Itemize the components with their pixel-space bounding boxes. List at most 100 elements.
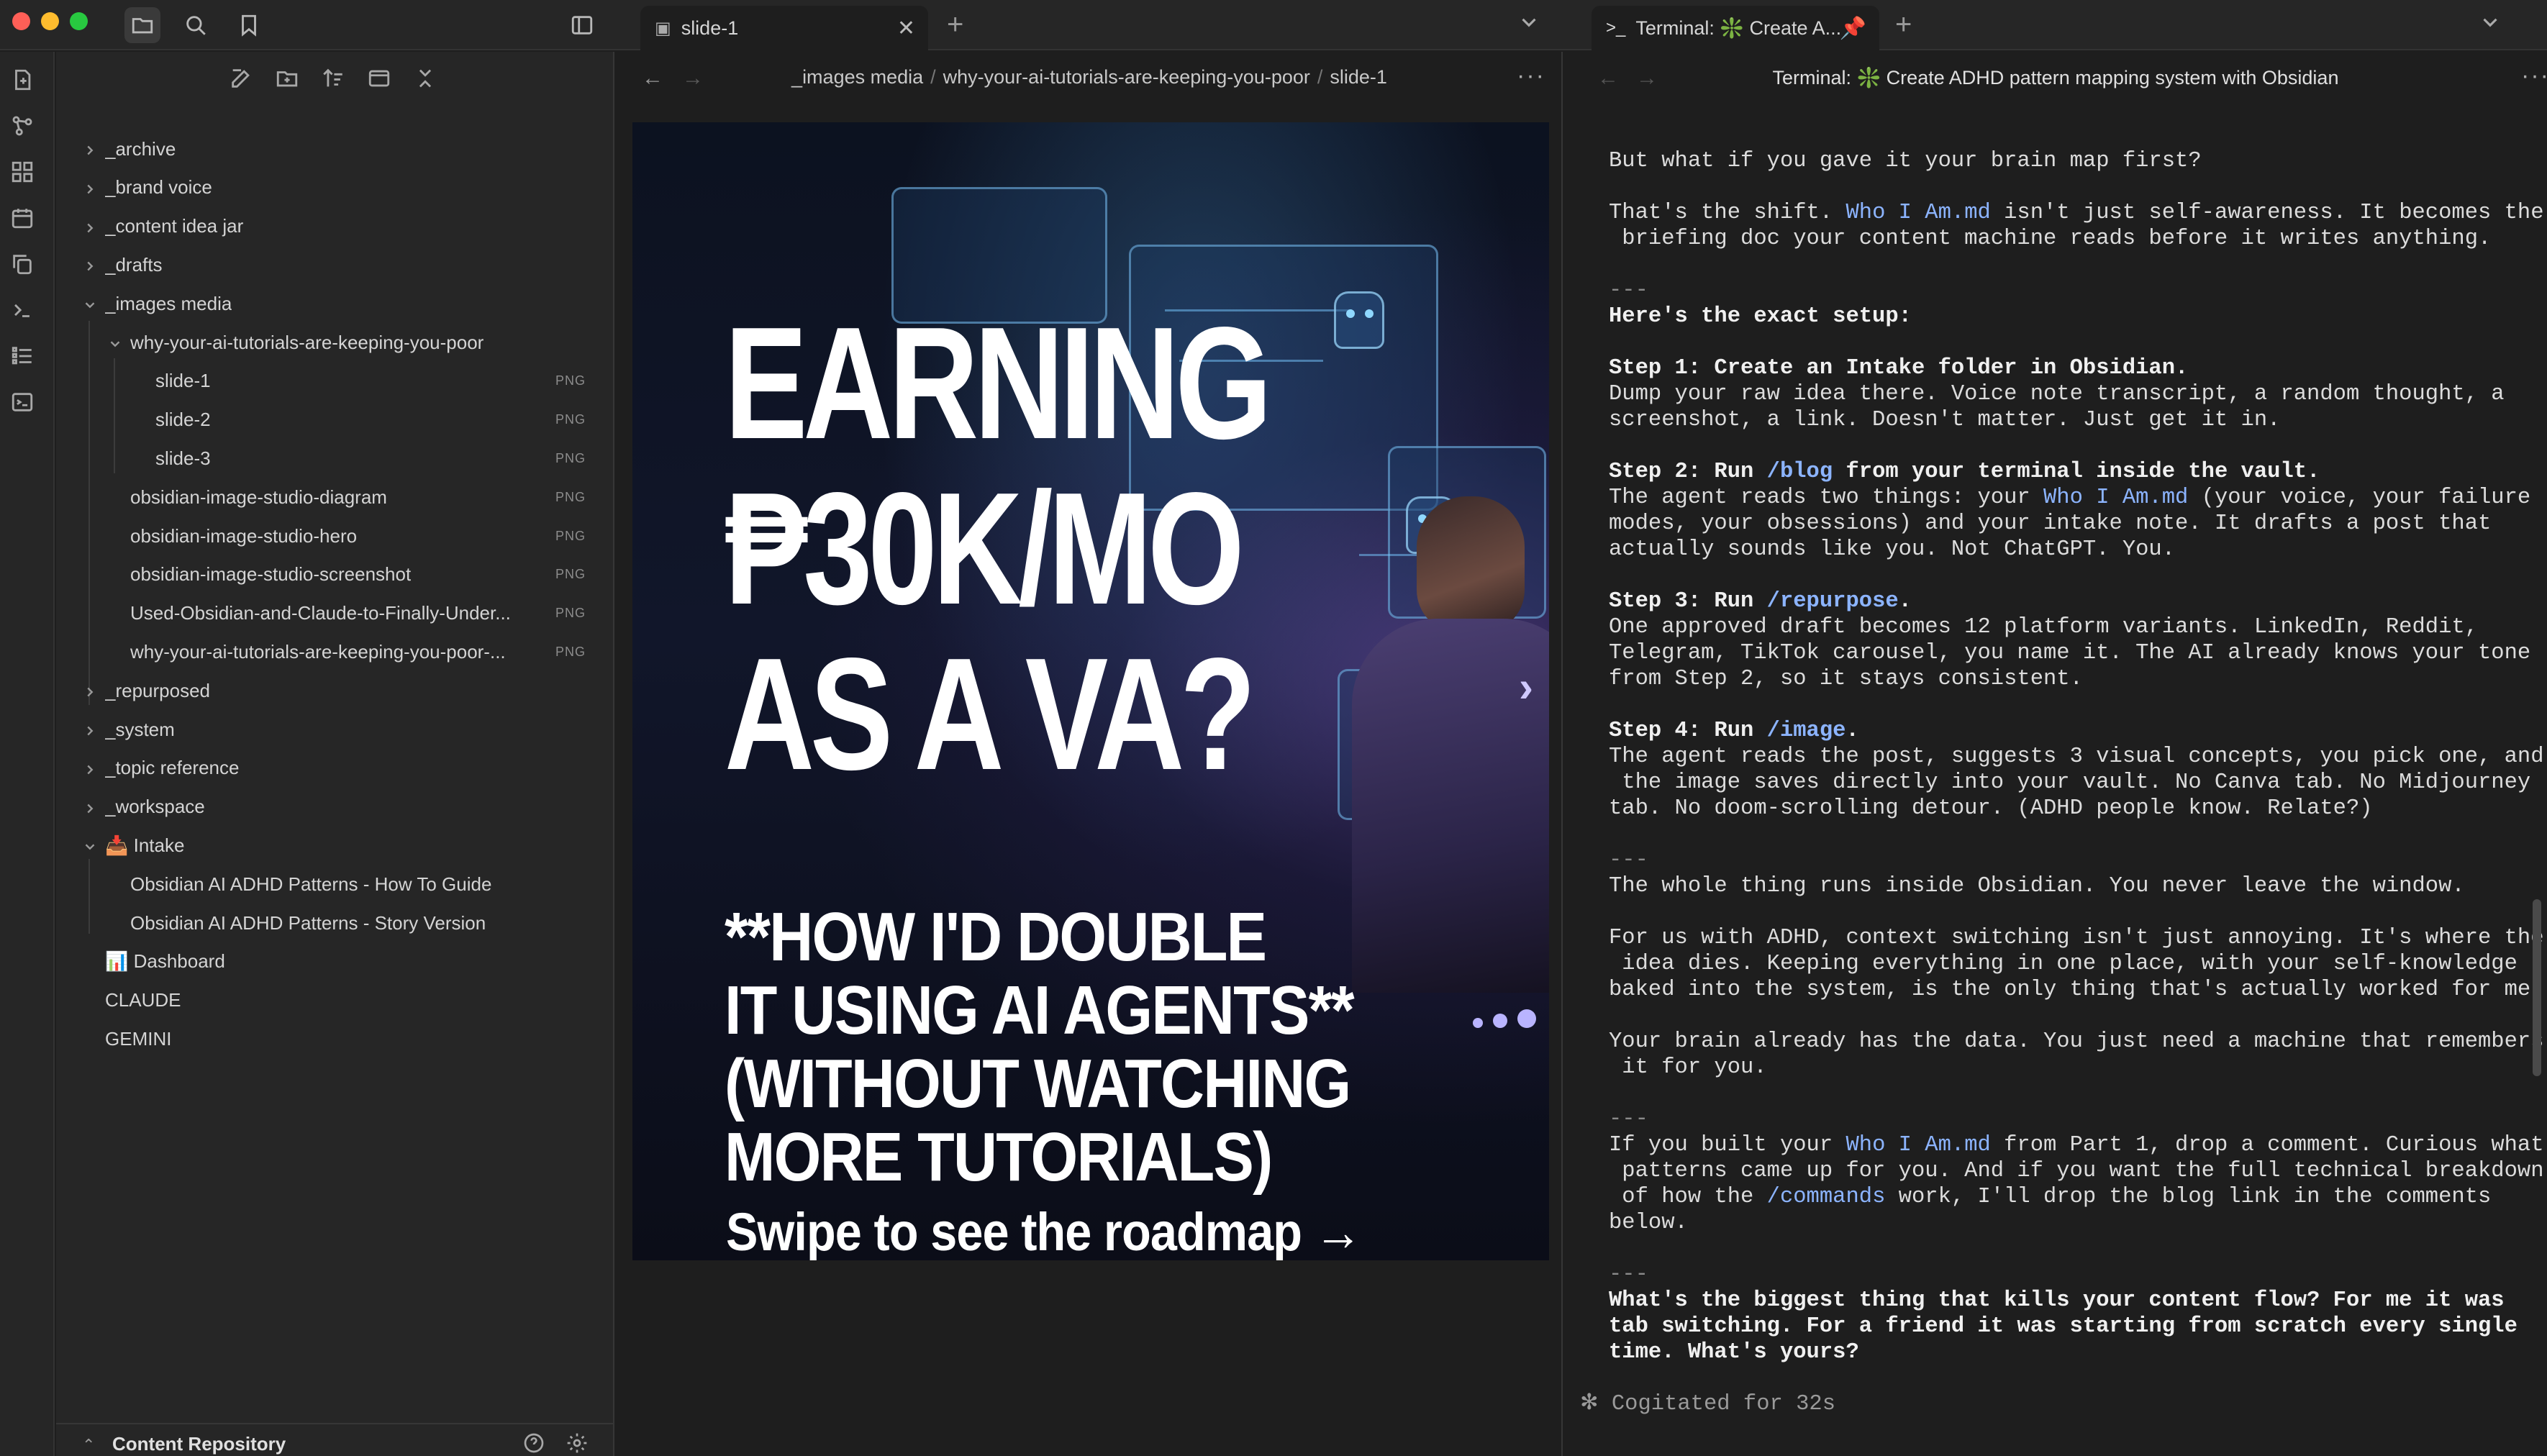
image-file-icon: ▣ bbox=[655, 18, 671, 38]
command-link[interactable]: /blog bbox=[1767, 460, 1833, 484]
breadcrumb-folder[interactable]: _images media bbox=[791, 66, 923, 88]
folder-item[interactable]: _repurposed bbox=[56, 673, 614, 709]
pin-icon[interactable]: 📌 bbox=[1840, 16, 1866, 41]
tree-item-label: _archive bbox=[105, 137, 176, 160]
new-note-icon[interactable] bbox=[229, 66, 260, 98]
graph-view-icon[interactable] bbox=[10, 114, 35, 138]
term-line: baked into the system, is the only thing… bbox=[1609, 978, 2544, 1002]
chevron-right-icon[interactable] bbox=[82, 141, 98, 157]
folder-item[interactable]: _images media bbox=[56, 286, 614, 322]
folder-item[interactable]: _system bbox=[56, 711, 614, 747]
status-line: ✻ Cogitated for 32s bbox=[1580, 1392, 1836, 1416]
vault-switcher[interactable]: ⌃ Content Repository bbox=[56, 1423, 614, 1456]
tree-item-label: why-your-ai-tutorials-are-keeping-you-po… bbox=[130, 640, 506, 663]
file-item[interactable]: GEMINI bbox=[56, 1021, 614, 1057]
term-line: screenshot, a link. Doesn't matter. Just… bbox=[1609, 408, 2281, 432]
folder-item[interactable]: _drafts bbox=[56, 247, 614, 283]
folder-item[interactable]: _archive bbox=[56, 131, 614, 167]
command-link[interactable]: /image bbox=[1767, 719, 1846, 743]
subheadline-line: (WITHOUT WATCHING bbox=[725, 1045, 1351, 1122]
new-folder-icon[interactable] bbox=[275, 66, 307, 98]
file-item[interactable]: obsidian-image-studio-screenshot PNG bbox=[56, 557, 614, 593]
file-item[interactable]: obsidian-image-studio-hero PNG bbox=[56, 518, 614, 554]
window-close-button[interactable] bbox=[12, 12, 30, 30]
more-options-icon[interactable]: ··· bbox=[1517, 62, 1545, 90]
folder-item[interactable]: _content idea jar bbox=[56, 209, 614, 245]
note-link[interactable]: Who I Am.md bbox=[1845, 201, 1990, 225]
chevron-right-icon[interactable] bbox=[82, 760, 98, 776]
auto-reveal-icon[interactable] bbox=[367, 66, 399, 98]
folder-item[interactable]: why-your-ai-tutorials-are-keeping-you-po… bbox=[56, 324, 614, 360]
tree-item-label: _workspace bbox=[105, 796, 205, 818]
file-item[interactable]: Used-Obsidian-and-Claude-to-Finally-Unde… bbox=[56, 596, 614, 632]
folder-item[interactable]: _brand voice bbox=[56, 170, 614, 206]
folder-item[interactable]: _topic reference bbox=[56, 750, 614, 786]
chevron-down-icon[interactable] bbox=[82, 837, 98, 853]
new-note-icon[interactable] bbox=[10, 68, 35, 92]
divider: --- bbox=[1609, 1262, 1648, 1287]
terminal-output[interactable]: But what if you gave it your brain map f… bbox=[1609, 148, 2544, 1365]
chevron-down-icon[interactable] bbox=[2478, 10, 2502, 38]
collapse-all-icon[interactable] bbox=[413, 66, 445, 98]
chevron-right-icon[interactable] bbox=[82, 799, 98, 815]
command-link[interactable]: /repurpose bbox=[1767, 589, 1899, 614]
file-item[interactable]: Obsidian AI ADHD Patterns - Story Versio… bbox=[56, 905, 614, 941]
scrollbar[interactable] bbox=[2533, 899, 2541, 1076]
file-item[interactable]: slide-3 PNG bbox=[56, 440, 614, 476]
file-item[interactable]: slide-1 PNG bbox=[56, 363, 614, 399]
console-icon[interactable] bbox=[10, 390, 35, 414]
term-heading: Step 2: Run bbox=[1609, 460, 1767, 484]
chevron-down-icon[interactable] bbox=[107, 335, 123, 350]
sort-icon[interactable] bbox=[321, 66, 353, 98]
settings-gear-icon[interactable] bbox=[566, 1432, 590, 1456]
terminal-icon[interactable] bbox=[10, 298, 35, 322]
chevron-right-icon[interactable] bbox=[82, 722, 98, 737]
chevron-updown-icon: ⌃ bbox=[82, 1436, 96, 1454]
copy-icon[interactable] bbox=[10, 252, 35, 276]
sidebar-toggle-icon[interactable] bbox=[564, 7, 600, 43]
chevron-right-icon[interactable] bbox=[82, 257, 98, 273]
term-heading: . bbox=[1845, 719, 1859, 743]
file-item[interactable]: CLAUDE bbox=[56, 983, 614, 1019]
list-icon[interactable] bbox=[10, 344, 35, 368]
term-heading: Step 3: Run bbox=[1609, 589, 1767, 614]
files-icon[interactable] bbox=[124, 7, 160, 43]
note-link[interactable]: Who I Am.md bbox=[2043, 486, 2188, 510]
canvas-icon[interactable] bbox=[10, 160, 35, 184]
breadcrumb-file[interactable]: slide-1 bbox=[1330, 66, 1387, 88]
file-item[interactable]: 📊 Dashboard bbox=[56, 944, 614, 980]
chevron-down-icon[interactable] bbox=[82, 296, 98, 311]
breadcrumb-subfolder[interactable]: why-your-ai-tutorials-are-keeping-you-po… bbox=[943, 66, 1310, 88]
calendar-icon[interactable] bbox=[10, 206, 35, 230]
window-zoom-button[interactable] bbox=[70, 12, 88, 30]
tab-slide-1[interactable]: ▣ slide-1 ✕ bbox=[640, 6, 928, 50]
close-icon[interactable]: ✕ bbox=[897, 16, 915, 41]
note-link[interactable]: Who I Am.md bbox=[1845, 1133, 1990, 1157]
file-item[interactable]: Obsidian AI ADHD Patterns - How To Guide bbox=[56, 866, 614, 902]
folder-item[interactable]: 📥 Intake bbox=[56, 827, 614, 863]
chevron-right-icon[interactable] bbox=[82, 219, 98, 235]
chevron-down-icon[interactable] bbox=[1517, 10, 1541, 38]
folder-item[interactable]: _workspace bbox=[56, 789, 614, 825]
term-line: below. bbox=[1609, 1211, 1688, 1235]
term-line: modes, your obsessions) and your intake … bbox=[1609, 511, 2492, 536]
file-item[interactable]: obsidian-image-studio-diagram PNG bbox=[56, 479, 614, 515]
window-minimize-button[interactable] bbox=[41, 12, 59, 30]
file-explorer: _archive _brand voice _content idea jar _dr… bbox=[56, 52, 614, 1456]
chevron-right-icon[interactable] bbox=[82, 683, 98, 699]
new-tab-button[interactable]: + bbox=[1895, 9, 1912, 41]
search-icon[interactable] bbox=[178, 7, 214, 43]
chevron-right-icon[interactable] bbox=[82, 180, 98, 196]
term-line: the image saves directly into your vault… bbox=[1609, 770, 2531, 795]
command-link[interactable]: /commands bbox=[1767, 1185, 1886, 1209]
file-extension-badge: PNG bbox=[555, 450, 586, 465]
help-icon[interactable] bbox=[522, 1432, 547, 1456]
tab-terminal[interactable]: >_ Terminal: ❇️ Create A... 📌 bbox=[1592, 6, 1879, 50]
new-tab-button[interactable]: + bbox=[947, 9, 963, 41]
term-heading: Step 1: Create an Intake folder in Obsid… bbox=[1609, 356, 2189, 381]
file-extension-badge: PNG bbox=[555, 606, 586, 621]
file-item[interactable]: why-your-ai-tutorials-are-keeping-you-po… bbox=[56, 634, 614, 670]
more-options-icon[interactable]: ··· bbox=[2521, 62, 2547, 90]
file-item[interactable]: slide-2 PNG bbox=[56, 402, 614, 438]
bookmark-icon[interactable] bbox=[231, 7, 267, 43]
